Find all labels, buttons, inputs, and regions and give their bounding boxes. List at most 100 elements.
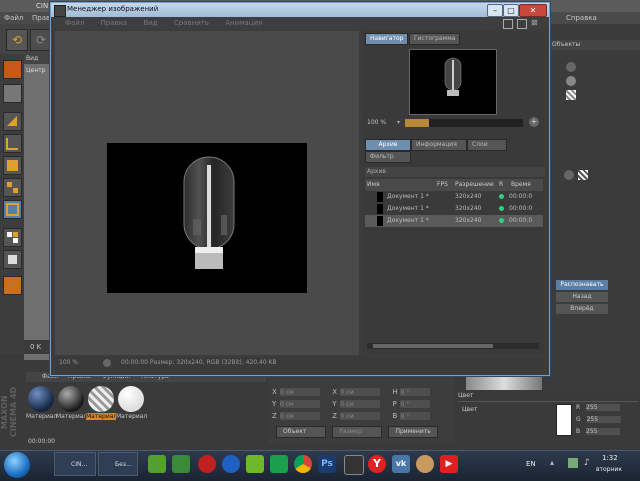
apply-button[interactable]: Применить xyxy=(388,426,439,438)
image-view[interactable] xyxy=(55,31,359,355)
glass-object-icon[interactable] xyxy=(566,76,576,86)
language-indicator[interactable]: EN xyxy=(526,460,536,468)
size-y-field[interactable]: 0 см xyxy=(340,400,381,408)
pv-menu-file[interactable]: Файл xyxy=(65,19,84,27)
menu-help[interactable]: Справка xyxy=(566,14,597,22)
size-dropdown[interactable]: Размер xyxy=(332,426,383,438)
position-y-field[interactable]: 0 см xyxy=(280,400,320,408)
taskbar-cinema4d[interactable]: CIN... xyxy=(54,452,96,476)
checker-icon[interactable] xyxy=(3,228,22,247)
table-row-selected[interactable]: Документ 1 * 320x240 00:00:0 xyxy=(365,215,543,227)
youtube-icon[interactable]: ▶ xyxy=(440,455,458,473)
recognize-button[interactable]: Распознавать xyxy=(556,280,608,290)
taskbar-untitled[interactable]: Без... xyxy=(98,452,138,476)
pv-menu-view[interactable]: Вид xyxy=(143,19,157,27)
table-row[interactable]: Документ 1 * 320x240 00:00:0 xyxy=(365,191,543,203)
rotation-p-field[interactable]: 0 ° xyxy=(400,400,431,408)
rotation-h-field[interactable]: 0 ° xyxy=(400,388,431,396)
navigator-thumbnail[interactable] xyxy=(409,49,497,115)
zoom-in-icon[interactable]: + xyxy=(529,117,539,127)
material-ball-blue[interactable] xyxy=(28,386,54,412)
android-icon[interactable] xyxy=(172,455,190,473)
tab-objects[interactable]: Объекты xyxy=(552,41,580,48)
terminal-icon[interactable] xyxy=(344,455,364,475)
size-z-field[interactable]: 0 см xyxy=(340,412,381,420)
polygons-mode-icon[interactable] xyxy=(3,156,22,175)
picture-viewer-titlebar[interactable]: Менеджер изображений – □ ✕ xyxy=(51,3,549,17)
tab-filter[interactable]: Фильтр xyxy=(365,151,411,163)
menu-file[interactable]: Файл xyxy=(4,14,23,22)
workplane-icon[interactable] xyxy=(3,200,22,219)
layout-icon[interactable] xyxy=(503,19,513,29)
tab-layers[interactable]: Слои xyxy=(467,139,507,151)
snap-icon[interactable] xyxy=(3,250,22,269)
b-field[interactable]: 255 xyxy=(586,428,621,435)
tab-navigator[interactable]: Навигатор xyxy=(365,33,409,45)
undo-icon[interactable]: ⟲ xyxy=(6,29,28,51)
app-green-icon[interactable] xyxy=(270,455,288,473)
start-button[interactable] xyxy=(4,452,30,478)
material-ball-striped[interactable] xyxy=(88,386,114,412)
yandex-icon[interactable]: Y xyxy=(368,455,386,473)
table-row[interactable]: Документ 1 * 320x240 00:00:0 xyxy=(365,203,543,215)
object-dropdown[interactable]: Объект xyxy=(276,426,326,438)
globe-icon[interactable] xyxy=(222,455,240,473)
pv-menu-edit[interactable]: Правка xyxy=(101,19,128,27)
edges-mode-icon[interactable] xyxy=(3,134,22,153)
tray-arrow-icon[interactable]: ▴ xyxy=(550,458,554,467)
status-zoom-menu-icon[interactable] xyxy=(103,359,111,367)
position-z-field[interactable]: 0 см xyxy=(280,412,320,420)
checker-tag-icon[interactable] xyxy=(578,170,588,180)
history-scrollbar[interactable] xyxy=(367,343,539,349)
grid-icon[interactable] xyxy=(3,178,22,197)
texture-mode-icon[interactable] xyxy=(3,84,22,103)
zoom-menu-icon[interactable]: ▾ xyxy=(397,119,403,127)
color-swatch[interactable] xyxy=(556,404,572,436)
photoshop-icon[interactable]: Ps xyxy=(318,455,336,473)
redo-icon[interactable]: ⟳ xyxy=(30,29,52,51)
vk-icon[interactable]: vk xyxy=(392,455,410,473)
close-button[interactable]: ✕ xyxy=(519,4,547,17)
material-ball-icon[interactable] xyxy=(564,170,574,180)
position-x-field[interactable]: 0 см xyxy=(280,388,320,396)
forward-button[interactable]: Вперёд xyxy=(556,304,608,314)
pv-menu-compare[interactable]: Сравнить xyxy=(174,19,209,27)
picture-viewer-window: Менеджер изображений – □ ✕ Файл Правка В… xyxy=(50,2,550,376)
material-ball-dark[interactable] xyxy=(58,386,84,412)
split-icon[interactable] xyxy=(517,19,527,29)
size-x-field[interactable]: 0 см xyxy=(340,388,381,396)
viewport-menu-view[interactable]: Вид xyxy=(26,55,38,62)
minimize-button[interactable]: – xyxy=(487,4,503,17)
volume-icon[interactable]: ♪ xyxy=(584,458,590,468)
sculpt-icon[interactable] xyxy=(3,276,22,295)
scrollbar-thumb[interactable] xyxy=(373,344,493,348)
points-mode-icon[interactable] xyxy=(3,112,22,131)
pin-icon[interactable]: ⊠ xyxy=(531,19,539,27)
material-ball-white[interactable] xyxy=(118,386,144,412)
rotation-b-field[interactable]: 0 ° xyxy=(400,412,431,420)
coordinates-manager: X0 см X0 см H0 ° Y0 см Y0 см P0 ° Z0 см … xyxy=(268,372,454,444)
model-mode-icon[interactable] xyxy=(3,60,22,79)
material-tag-icon[interactable] xyxy=(566,90,576,100)
record-icon[interactable] xyxy=(198,455,216,473)
maximize-button[interactable]: □ xyxy=(503,4,519,17)
zoom-value: 100 % xyxy=(367,119,387,126)
tab-histogram[interactable]: Гистограмма xyxy=(409,33,461,45)
sphere-object-icon[interactable] xyxy=(566,62,576,72)
thumb-icon xyxy=(377,192,383,202)
r-field[interactable]: 255 xyxy=(586,404,621,411)
greenshot-icon[interactable] xyxy=(246,455,264,473)
tab-info[interactable]: Информация xyxy=(411,139,467,151)
viewport[interactable]: Центр xyxy=(24,64,52,364)
back-button[interactable]: Назад xyxy=(556,292,608,302)
chrome-icon[interactable] xyxy=(294,455,312,473)
pv-menu-animation[interactable]: Анимация xyxy=(225,19,262,27)
paint-icon[interactable] xyxy=(416,455,434,473)
zoom-slider[interactable] xyxy=(405,119,523,127)
tab-archive[interactable]: Архив xyxy=(365,139,411,151)
color-label: Цвет xyxy=(462,406,478,413)
utorrent-icon[interactable] xyxy=(148,455,166,473)
g-field[interactable]: 255 xyxy=(586,416,621,423)
material-label: Материал xyxy=(116,413,148,420)
network-icon[interactable] xyxy=(568,458,578,468)
